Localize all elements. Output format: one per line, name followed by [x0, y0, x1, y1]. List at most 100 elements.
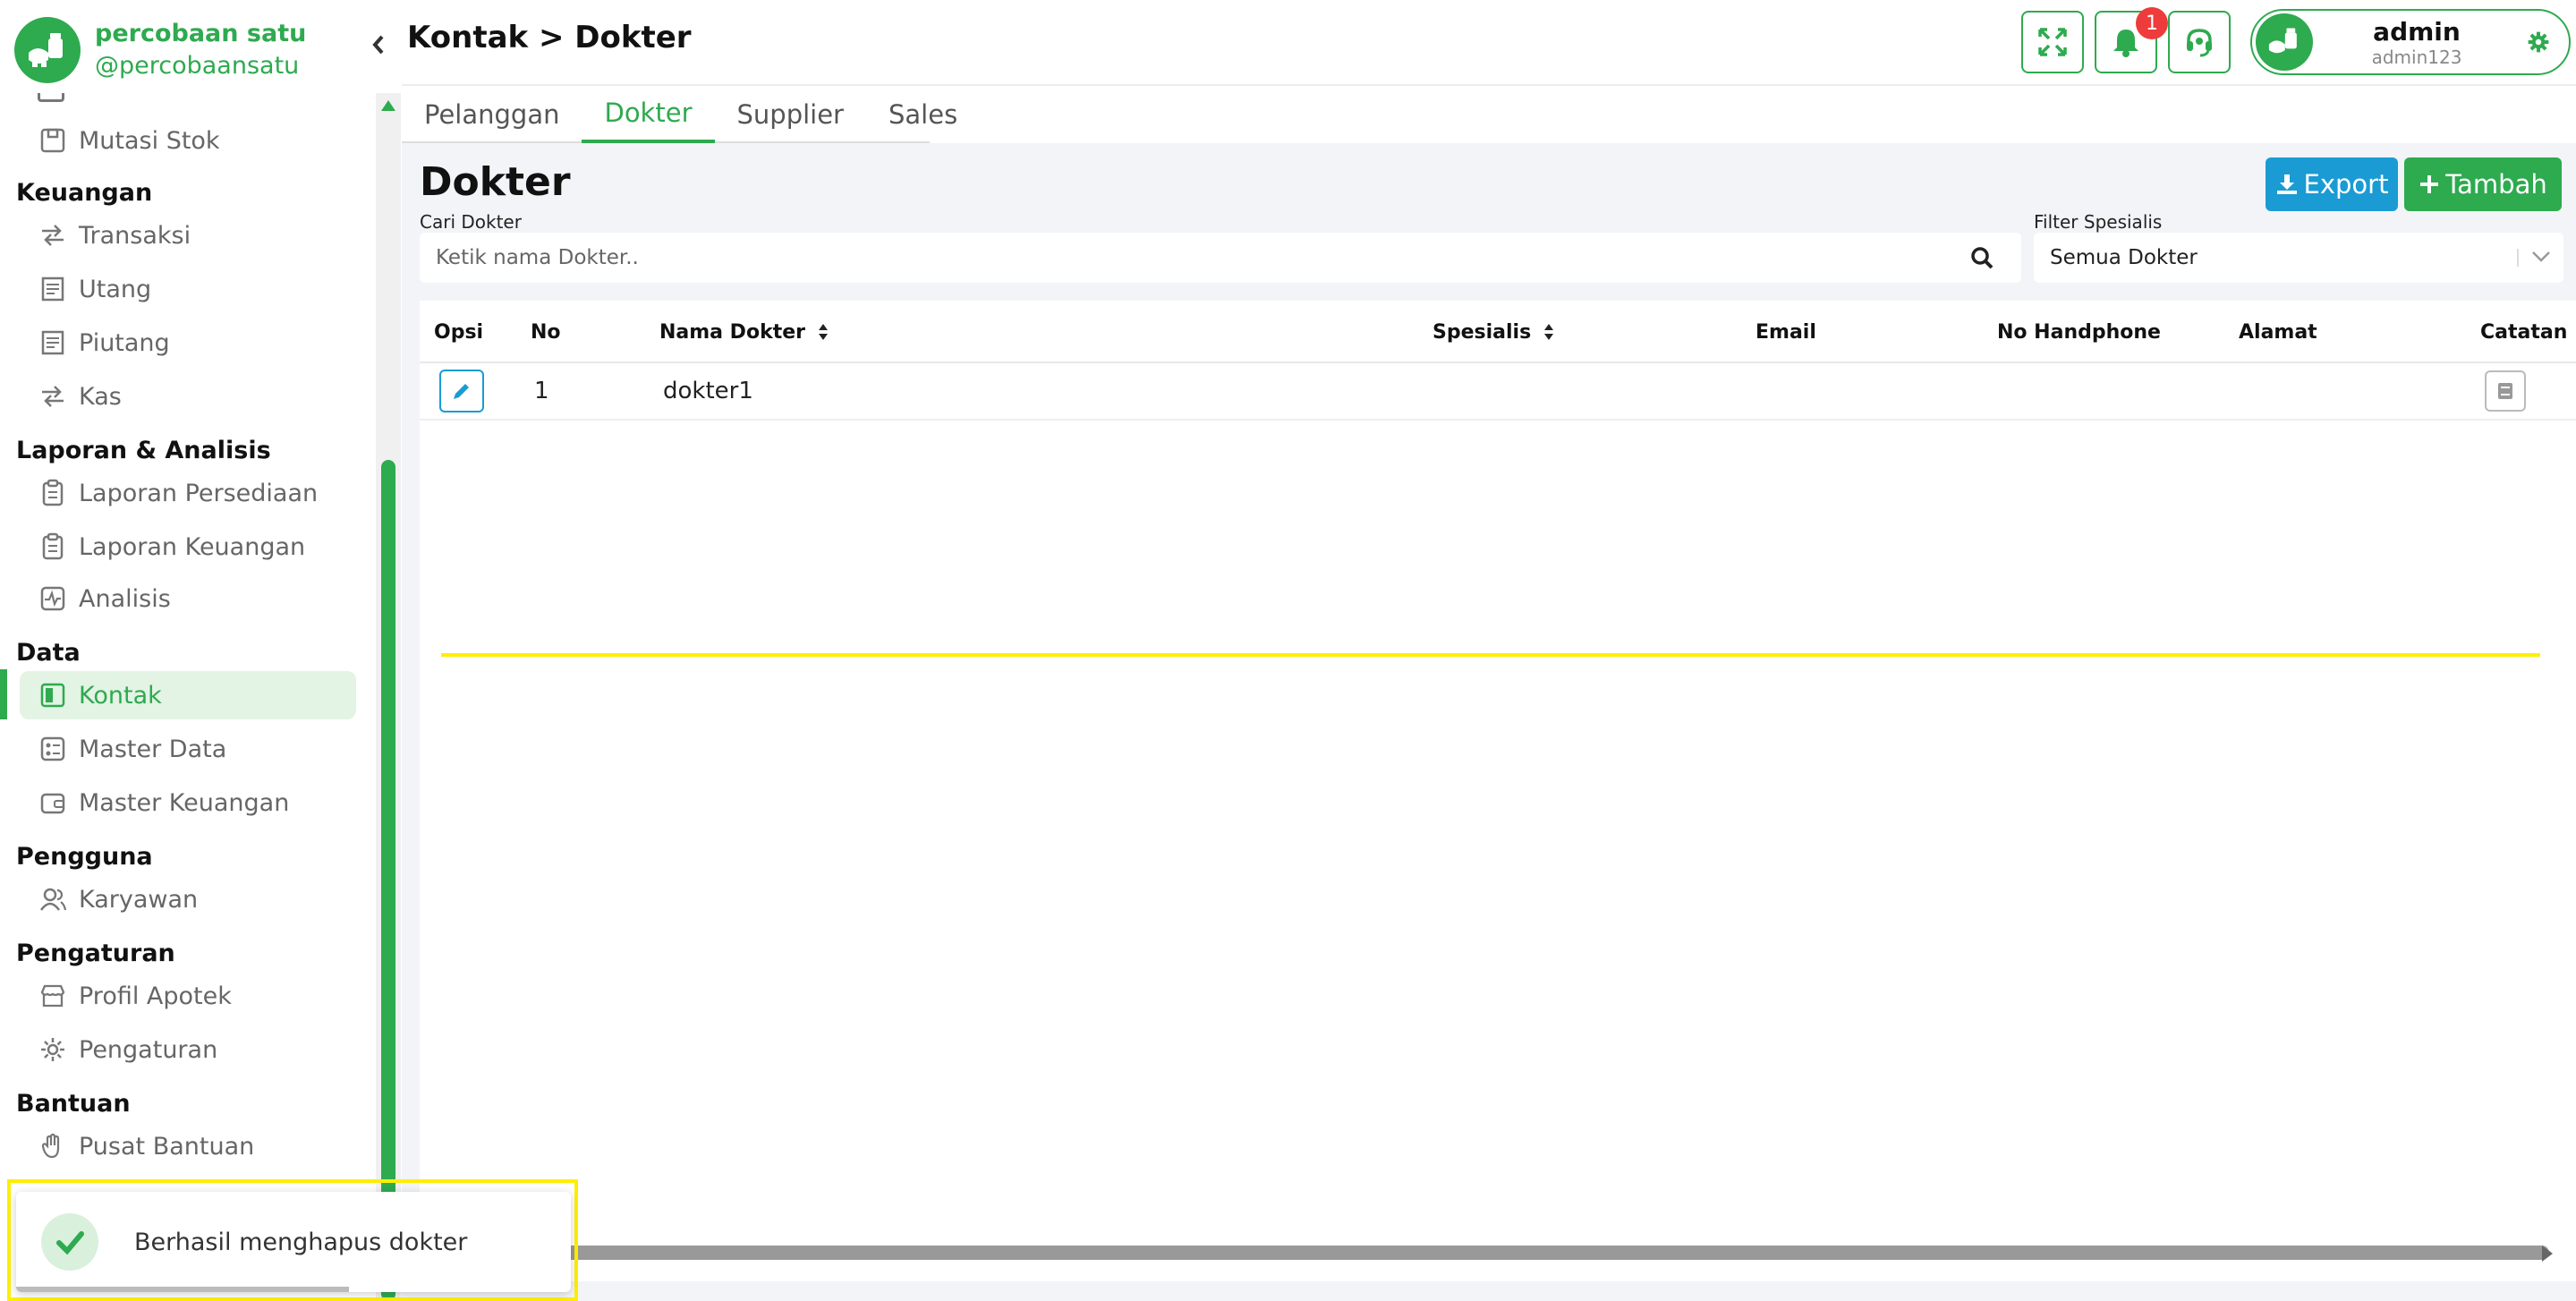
col-opsi: Opsi [434, 320, 484, 344]
active-indicator [0, 669, 7, 719]
settings-gear-icon[interactable] [2521, 24, 2556, 60]
filter-spesialis-select[interactable]: Semua Dokter [2034, 233, 2563, 283]
col-email: Email [1756, 320, 1816, 344]
notification-badge: 1 [2136, 7, 2168, 39]
sidebar-item-laporan-keuangan[interactable]: Laporan Keuangan [20, 523, 356, 571]
search-label: Cari Dokter [420, 211, 522, 233]
search-input[interactable] [420, 246, 1957, 269]
sort-icon[interactable] [1543, 323, 1554, 341]
tab-sales[interactable]: Sales [866, 86, 980, 143]
avatar [2256, 13, 2313, 71]
sidebar-item-label: Pusat Bantuan [79, 1132, 255, 1161]
sidebar-item-utang[interactable]: Utang [20, 265, 356, 313]
exchange-icon [36, 218, 70, 252]
sidebar-item-pengaturan[interactable]: Pengaturan [20, 1025, 356, 1074]
col-no-handphone: No Handphone [1997, 320, 2161, 344]
contact-book-icon [36, 678, 70, 712]
filter-label: Filter Spesialis [2034, 211, 2163, 233]
sidebar-scroll-thumb[interactable] [381, 460, 395, 1301]
receipt-icon [36, 326, 70, 360]
sidebar-item-kontak[interactable]: Kontak [20, 671, 356, 719]
sidebar-item-pusat-bantuan[interactable]: Pusat Bantuan [20, 1122, 356, 1170]
fullscreen-button[interactable] [2021, 11, 2084, 73]
toast-progress-bar [16, 1287, 349, 1292]
sidebar-item-label: Piutang [79, 328, 170, 357]
contact-tabs: Pelanggan Dokter Supplier Sales [402, 86, 957, 143]
sidebar-item-master-data[interactable]: Master Data [20, 725, 356, 773]
export-label: Export [2303, 169, 2389, 200]
add-label: Tambah [2445, 169, 2547, 200]
sidebar-item-label: Analisis [79, 584, 171, 613]
expand-icon [2038, 28, 2067, 56]
sidebar-item-label: Karyawan [79, 885, 199, 914]
col-nama-dokter[interactable]: Nama Dokter [659, 301, 829, 363]
col-spesialis[interactable]: Spesialis [1433, 301, 1554, 363]
notification-button[interactable]: 1 [2095, 7, 2168, 73]
sort-icon[interactable] [818, 323, 829, 341]
section-data: Data [16, 639, 81, 667]
user-name: admin [2373, 16, 2461, 47]
col-no: No [531, 320, 561, 344]
add-doctor-button[interactable]: Tambah [2404, 157, 2562, 211]
sidebar-item-label: Utang [79, 275, 152, 303]
sidebar-scrollbar[interactable] [376, 93, 401, 1301]
sidebar-item-master-keuangan[interactable]: Master Keuangan [20, 778, 356, 827]
sidebar-item-label: Pengaturan [79, 1035, 218, 1064]
sidebar-item-transaksi[interactable]: Transaksi [20, 211, 356, 259]
table-header: Opsi No Nama Dokter Spesialis Email No H… [420, 301, 2576, 363]
page-title: Dokter [420, 159, 571, 205]
download-icon [2275, 173, 2299, 196]
col-nama-dokter-label: Nama Dokter [659, 320, 805, 344]
section-pengguna: Pengguna [16, 843, 153, 871]
support-button[interactable] [2168, 11, 2231, 73]
sidebar-item-label: Kas [79, 382, 122, 411]
note-button[interactable] [2485, 370, 2526, 412]
wallet-icon [36, 786, 70, 820]
tab-pelanggan[interactable]: Pelanggan [402, 86, 582, 143]
exchange-icon [36, 379, 70, 413]
section-laporan: Laporan & Analisis [16, 437, 271, 464]
edit-row-button[interactable] [439, 370, 484, 412]
sidebar-item-kas[interactable]: Kas [20, 372, 356, 421]
sidebar-item-laporan-persediaan[interactable]: Laporan Persediaan [20, 469, 356, 517]
sidebar-nav: Mutasi Stok Keuangan Transaksi Utang Piu… [0, 93, 376, 1274]
top-header: Kontak > Dokter 1 admin admin123 [402, 0, 2576, 86]
headset-icon [2187, 29, 2212, 57]
scroll-up-arrow-icon[interactable] [381, 100, 395, 111]
sidebar-item-analisis[interactable]: Analisis [20, 574, 356, 623]
clipboard-icon [36, 476, 70, 510]
user-profile-menu[interactable]: admin admin123 [2250, 9, 2571, 75]
sidebar-item-profil-apotek[interactable]: Profil Apotek [20, 972, 356, 1020]
sidebar-item-piutang[interactable]: Piutang [20, 319, 356, 367]
scroll-right-arrow-icon[interactable] [2542, 1246, 2553, 1262]
sidebar-item-label: Transaksi [79, 221, 191, 250]
tab-dokter[interactable]: Dokter [582, 86, 715, 143]
export-button[interactable]: Export [2266, 157, 2398, 211]
toast-highlight: Berhasil menghapus dokter [7, 1179, 578, 1301]
chevron-down-icon [2529, 245, 2553, 268]
table-row: 1 dokter1 [420, 363, 2576, 421]
pharmacy-logo-icon [14, 17, 81, 83]
select-separator [2517, 249, 2519, 267]
chevron-left-icon [372, 35, 384, 55]
collapse-sidebar-button[interactable] [365, 27, 392, 63]
sidebar-item-label: Laporan Persediaan [79, 479, 319, 507]
success-toast[interactable]: Berhasil menghapus dokter [16, 1192, 571, 1292]
clipboard-icon [36, 530, 70, 564]
filter-selected-value: Semua Dokter [2050, 246, 2198, 269]
horizontal-scrollbar[interactable] [558, 1246, 2549, 1260]
store-icon [36, 979, 70, 1013]
cell-no: 1 [534, 378, 549, 404]
brand[interactable]: percobaan satu @percobaansatu [14, 14, 390, 86]
box-icon [36, 123, 70, 157]
users-icon [36, 882, 70, 916]
sidebar-item-label: Profil Apotek [79, 982, 232, 1010]
sidebar-item-label: Master Data [79, 735, 227, 763]
sidebar-item-karyawan[interactable]: Karyawan [20, 875, 356, 923]
sidebar-item-label: Kontak [79, 681, 162, 710]
doctor-table: Opsi No Nama Dokter Spesialis Email No H… [420, 301, 2576, 1281]
tab-supplier[interactable]: Supplier [715, 86, 866, 143]
sidebar-item-mutasi-stok[interactable]: Mutasi Stok [20, 116, 356, 165]
gear-icon [36, 1033, 70, 1067]
search-icon[interactable] [1957, 233, 2007, 283]
